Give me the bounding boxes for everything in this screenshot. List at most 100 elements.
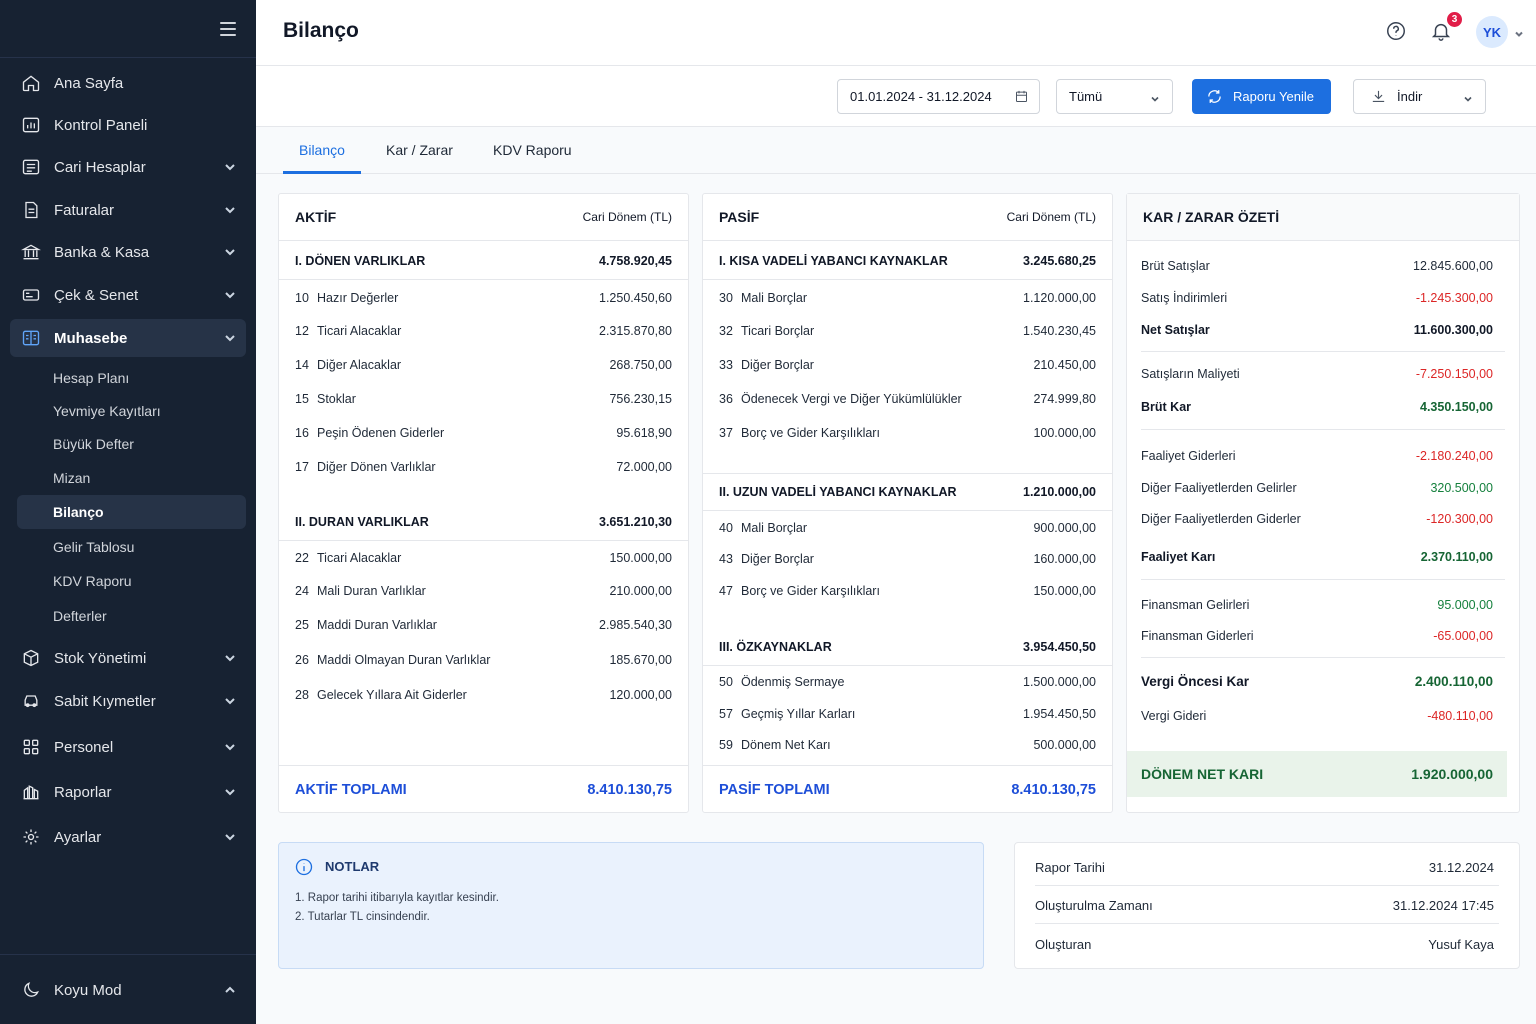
sidebar-item-faturalar[interactable]: Faturalar: [10, 191, 246, 229]
kar-zarar-title: KAR / ZARAR ÖZETİ: [1143, 209, 1280, 225]
table-row: 59 Dönem Net Karı 500.000,00: [703, 738, 1112, 752]
info-row: Rapor Tarihi 31.12.2024: [1035, 860, 1494, 875]
account-code: 43: [719, 552, 733, 566]
refresh-icon: [1208, 90, 1221, 103]
section-label: III. ÖZKAYNAKLAR: [719, 639, 832, 654]
toolbar: 01.01.2024 - 31.12.2024 Tümü Raporu Yeni…: [256, 66, 1536, 127]
account-value: 2.985.540,30: [599, 618, 672, 632]
accounts-icon: [20, 156, 42, 178]
download-button[interactable]: İndir: [1353, 79, 1486, 114]
dark-mode-toggle[interactable]: Koyu Mod: [10, 971, 246, 1009]
pasif-header: PASİF Cari Dönem (TL): [703, 194, 1112, 241]
sidebar-item-ayarlar[interactable]: Ayarlar: [10, 818, 246, 856]
kz-row: Vergi Öncesi Kar 2.400.110,00: [1141, 674, 1493, 689]
sidebar-subitem-gelir-tablosu[interactable]: Gelir Tablosu: [17, 530, 246, 564]
chevron-down-icon: [224, 651, 236, 663]
sidebar-item-muhasebe[interactable]: Muhasebe: [10, 319, 246, 357]
info-icon: [294, 857, 314, 877]
sidebar-item-sabit-kiymetler[interactable]: Sabit Kıymetler: [10, 682, 246, 720]
kz-value: 2.400.110,00: [1414, 674, 1493, 689]
account-value: 160.000,00: [1033, 552, 1096, 566]
sidebar-subitem-kdv-raporu[interactable]: KDV Raporu: [17, 564, 246, 598]
sidebar-item-cek-senet[interactable]: Çek & Senet: [10, 276, 246, 314]
sidebar-subitem-hesap-plani[interactable]: Hesap Planı: [17, 361, 246, 395]
chevron-down-icon: [224, 203, 236, 215]
kz-value: -2.180.240,00: [1415, 449, 1493, 463]
table-row: 14 Diğer Alacaklar 268.750,00: [279, 358, 688, 372]
menu-icon[interactable]: [220, 22, 236, 36]
account-value: 150.000,00: [609, 551, 672, 565]
total-value: 8.410.130,75: [587, 781, 672, 798]
divider: [1035, 885, 1499, 886]
aktif-column-header: Cari Dönem (TL): [582, 210, 672, 224]
sidebar-item-kontrol-paneli[interactable]: Kontrol Paneli: [10, 106, 246, 144]
table-row: 26 Maddi Olmayan Duran Varlıklar 185.670,0…: [279, 653, 688, 667]
net-profit-label: DÖNEM NET KARI: [1141, 766, 1264, 782]
filter-select[interactable]: Tümü: [1056, 79, 1173, 114]
info-row: Oluşturan Yusuf Kaya: [1035, 937, 1494, 952]
tab-kar-zarar[interactable]: Kar / Zarar: [386, 142, 453, 158]
sidebar-item-stok[interactable]: Stok Yönetimi: [10, 639, 246, 677]
table-row: 36 Ödenecek Vergi ve Diğer Yükümlülükler 2…: [703, 392, 1112, 406]
account-name: Mali Borçlar: [741, 521, 807, 535]
table-row: 30 Mali Borçlar 1.120.000,00: [703, 291, 1112, 305]
chevron-down-icon: [224, 288, 236, 300]
account-value: 120.000,00: [609, 688, 672, 702]
page-title: Bilanço: [283, 19, 359, 42]
sidebar-subitem-mizan[interactable]: Mizan: [17, 461, 246, 495]
box-icon: [20, 647, 42, 669]
invoice-icon: [20, 199, 42, 221]
notification-badge: 3: [1447, 12, 1462, 27]
kz-row: Brüt Satışlar 12.845.600,00: [1141, 259, 1493, 273]
account-code: 16: [295, 426, 309, 440]
sidebar: Ana Sayfa Kontrol Paneli Cari Hesaplar F…: [0, 0, 256, 1024]
sidebar-item-label: Stok Yönetimi: [54, 649, 147, 667]
sidebar-subitem-defterler[interactable]: Defterler: [17, 599, 246, 633]
kz-value: -65.000,00: [1433, 629, 1493, 643]
account-code: 17: [295, 460, 309, 474]
account-name: Ödenmiş Sermaye: [741, 675, 845, 689]
refresh-report-button[interactable]: Raporu Yenile: [1192, 79, 1331, 114]
filter-value: Tümü: [1069, 89, 1103, 104]
aktif-card: AKTİF Cari Dönem (TL) I. DÖNEN VARLIKLAR…: [278, 193, 689, 813]
account-code: 37: [719, 426, 733, 440]
account-code: 57: [719, 707, 733, 721]
kz-value: 12.845.600,00: [1413, 259, 1493, 273]
people-icon: [20, 736, 42, 758]
gear-icon: [20, 826, 42, 848]
tab-kdv-raporu[interactable]: KDV Raporu: [493, 142, 572, 158]
sidebar-item-ana-sayfa[interactable]: Ana Sayfa: [10, 64, 246, 102]
aktif-title: AKTİF: [295, 209, 337, 225]
table-row: 15 Stoklar 756.230,15: [279, 392, 688, 406]
sidebar-subitem-bilanco[interactable]: Bilanço: [17, 495, 246, 529]
download-label: İndir: [1397, 89, 1423, 104]
chevron-down-icon: [224, 785, 236, 797]
account-name: Diğer Dönen Varlıklar: [317, 460, 436, 474]
sidebar-item-label: Muhasebe: [54, 329, 128, 347]
sidebar-item-banka-kasa[interactable]: Banka & Kasa: [10, 233, 246, 271]
kz-label: Satışların Maliyeti: [1141, 367, 1240, 381]
sidebar-subitem-buyuk-defter[interactable]: Büyük Defter: [17, 427, 246, 461]
kz-label: Brüt Satışlar: [1141, 259, 1210, 273]
ledger-icon: [20, 327, 42, 349]
help-icon[interactable]: [1385, 20, 1409, 44]
sidebar-item-raporlar[interactable]: Raporlar: [10, 773, 246, 811]
chevron-down-icon[interactable]: [1514, 26, 1524, 37]
account-value: 95.618,90: [616, 426, 672, 440]
account-name: Borç ve Gider Karşılıkları: [741, 584, 880, 598]
avatar[interactable]: YK: [1476, 16, 1508, 48]
sidebar-subitem-yevmiye[interactable]: Yevmiye Kayıtları: [17, 394, 246, 428]
account-name: Peşin Ödenen Giderler: [317, 426, 445, 440]
date-range-picker[interactable]: 01.01.2024 - 31.12.2024: [837, 79, 1040, 114]
pasif-section-uzun: II. UZUN VADELİ YABANCI KAYNAKLAR 1.210.…: [703, 473, 1112, 511]
sidebar-item-label: Raporlar: [54, 783, 112, 801]
report-tabs: Bilanço Kar / Zarar KDV Raporu: [256, 127, 1536, 174]
table-row: 28 Gelecek Yıllara Ait Giderler 120.000,00: [279, 688, 688, 702]
pasif-column-header: Cari Dönem (TL): [1006, 210, 1096, 224]
sidebar-item-cari-hesaplar[interactable]: Cari Hesaplar: [10, 148, 246, 186]
reports-icon: [20, 781, 42, 803]
kz-row: Brüt Kar 4.350.150,00: [1141, 400, 1493, 414]
sidebar-item-personel[interactable]: Personel: [10, 728, 246, 766]
account-value: 100.000,00: [1033, 426, 1096, 440]
tab-bilanco[interactable]: Bilanço: [299, 142, 345, 158]
